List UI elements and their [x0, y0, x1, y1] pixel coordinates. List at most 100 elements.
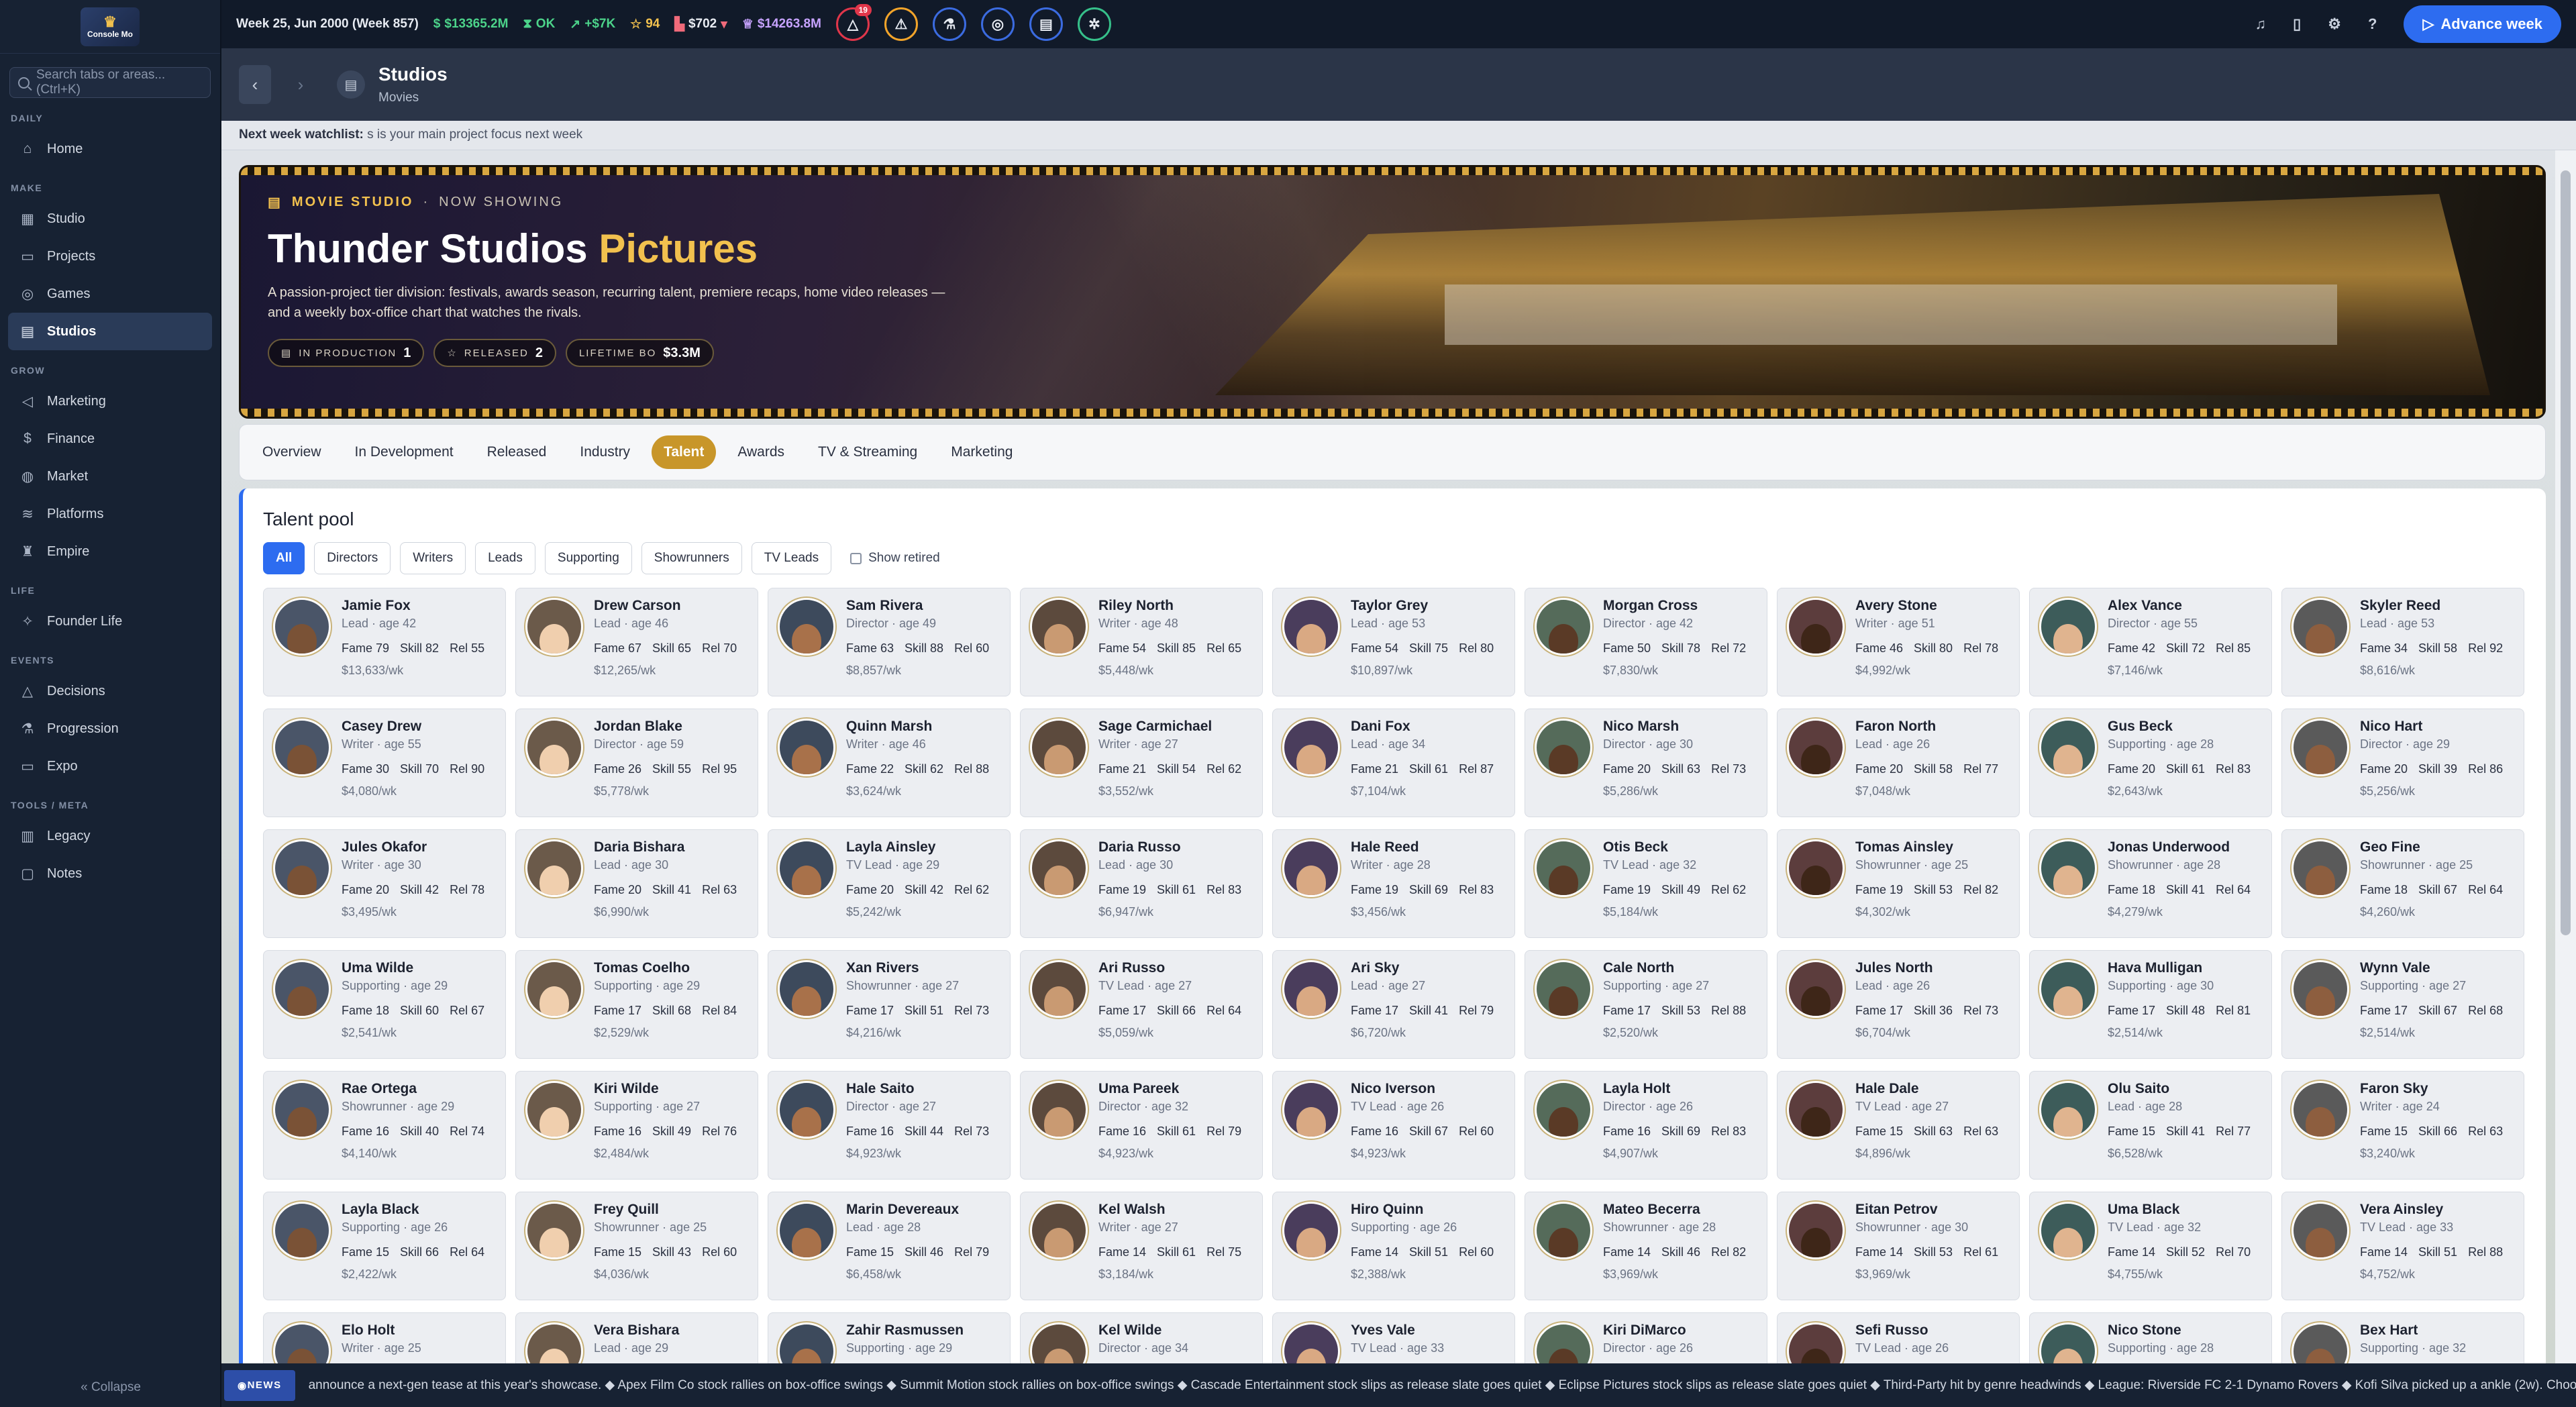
talent-card[interactable]: Nico Iverson TV Lead · age 26 Fame 16 Ski…: [1272, 1071, 1515, 1180]
talent-card[interactable]: Bex Hart Supporting · age 32: [2281, 1312, 2524, 1363]
talent-card[interactable]: Morgan Cross Director · age 42 Fame 50 Sk…: [1525, 588, 1767, 696]
talent-card[interactable]: Gus Beck Supporting · age 28 Fame 20 Skil…: [2029, 709, 2272, 817]
sidebar-item-market[interactable]: ◍ Market: [8, 458, 212, 495]
sidebar-item-projects[interactable]: ▭ Projects: [8, 238, 212, 275]
settings-ring-button[interactable]: ◎: [980, 7, 1015, 41]
talent-card[interactable]: Layla Black Supporting · age 26 Fame 15 S…: [263, 1192, 506, 1300]
filter-showrunners[interactable]: Showrunners: [641, 542, 742, 574]
sidebar-item-platforms[interactable]: ≋ Platforms: [8, 495, 212, 533]
reputation-stat[interactable]: ☆ 94: [630, 17, 660, 32]
filter-all[interactable]: All: [263, 542, 305, 574]
tab-talent[interactable]: Talent: [652, 435, 717, 469]
talent-card[interactable]: Sam Rivera Director · age 49 Fame 63 Skil…: [768, 588, 1011, 696]
sidebar-item-studios[interactable]: ▤ Studios: [8, 313, 212, 350]
talent-card[interactable]: Zahir Rasmussen Supporting · age 29: [768, 1312, 1011, 1363]
talent-card[interactable]: Xan Rivers Showrunner · age 27 Fame 17 Sk…: [768, 950, 1011, 1059]
sidebar-item-empire[interactable]: ♜ Empire: [8, 533, 212, 570]
talent-card[interactable]: Vera Ainsley TV Lead · age 33 Fame 14 Ski…: [2281, 1192, 2524, 1300]
sidebar-item-expo[interactable]: ▭ Expo: [8, 747, 212, 785]
help-icon[interactable]: ?: [2368, 15, 2377, 33]
talent-card[interactable]: Elo Holt Writer · age 25: [263, 1312, 506, 1363]
talent-card[interactable]: Layla Ainsley TV Lead · age 29 Fame 20 Sk…: [768, 829, 1011, 938]
talent-card[interactable]: Riley North Writer · age 48 Fame 54 Skill…: [1020, 588, 1263, 696]
talent-card[interactable]: Rae Ortega Showrunner · age 29 Fame 16 Sk…: [263, 1071, 506, 1180]
alerts-button[interactable]: △ 19: [835, 4, 872, 41]
talent-card[interactable]: Tomas Ainsley Showrunner · age 25 Fame 1…: [1777, 829, 2020, 938]
talent-card[interactable]: Frey Quill Showrunner · age 25 Fame 15 Sk…: [515, 1192, 758, 1300]
talent-card[interactable]: Vera Bishara Lead · age 29: [515, 1312, 758, 1363]
talent-card[interactable]: Tomas Coelho Supporting · age 29 Fame 17…: [515, 950, 758, 1059]
talent-card[interactable]: Nico Stone Supporting · age 28: [2029, 1312, 2272, 1363]
tab-marketing[interactable]: Marketing: [939, 435, 1025, 469]
talent-card[interactable]: Kiri DiMarco Director · age 26: [1525, 1312, 1767, 1363]
cash-stat[interactable]: $ $13365.2M: [433, 17, 509, 32]
tab-in-development[interactable]: In Development: [343, 435, 466, 469]
talent-card[interactable]: Kiri Wilde Supporting · age 27 Fame 16 Sk…: [515, 1071, 758, 1180]
talent-card[interactable]: Otis Beck TV Lead · age 32 Fame 19 Skill …: [1525, 829, 1767, 938]
talent-card[interactable]: Layla Holt Director · age 26 Fame 16 Skil…: [1525, 1071, 1767, 1180]
talent-card[interactable]: Faron North Lead · age 26 Fame 20 Skill 5…: [1777, 709, 2020, 817]
valuation-stat[interactable]: ♕ $14263.8M: [742, 17, 821, 32]
back-button[interactable]: ‹: [239, 65, 271, 104]
tab-awards[interactable]: Awards: [725, 435, 796, 469]
book-icon[interactable]: ▯: [2293, 15, 2301, 33]
talent-card[interactable]: Cale North Supporting · age 27 Fame 17 Sk…: [1525, 950, 1767, 1059]
talent-card[interactable]: Wynn Vale Supporting · age 27 Fame 17 Ski…: [2281, 950, 2524, 1059]
scrollbar-thumb[interactable]: [2561, 170, 2571, 935]
talent-card[interactable]: Kel Walsh Writer · age 27 Fame 14 Skill 6…: [1020, 1192, 1263, 1300]
show-retired-checkbox[interactable]: [850, 552, 862, 564]
talent-card[interactable]: Geo Fine Showrunner · age 25 Fame 18 Skil…: [2281, 829, 2524, 938]
filter-supporting[interactable]: Supporting: [544, 542, 632, 574]
talent-card[interactable]: Ari Sky Lead · age 27 Fame 17 Skill 41 Rel…: [1272, 950, 1515, 1059]
talent-card[interactable]: Hiro Quinn Supporting · age 26 Fame 14 Sk…: [1272, 1192, 1515, 1300]
talent-card[interactable]: Jamie Fox Lead · age 42 Fame 79 Skill 82 R…: [263, 588, 506, 696]
talent-card[interactable]: Nico Hart Director · age 29 Fame 20 Skill…: [2281, 709, 2524, 817]
talent-card[interactable]: Sage Carmichael Writer · age 27 Fame 21 S…: [1020, 709, 1263, 817]
tab-industry[interactable]: Industry: [568, 435, 642, 469]
talent-card[interactable]: Nico Marsh Director · age 30 Fame 20 Skil…: [1525, 709, 1767, 817]
sidebar-item-finance[interactable]: $ Finance: [8, 420, 212, 458]
talent-card[interactable]: Uma Pareek Director · age 32 Fame 16 Skil…: [1020, 1071, 1263, 1180]
talent-card[interactable]: Hale Dale TV Lead · age 27 Fame 15 Skill …: [1777, 1071, 2020, 1180]
sidebar-item-marketing[interactable]: ◁ Marketing: [8, 382, 212, 420]
trend-stat[interactable]: ↗ +$7K: [570, 17, 615, 32]
talent-card[interactable]: Jonas Underwood Showrunner · age 28 Fame…: [2029, 829, 2272, 938]
talent-card[interactable]: Hale Reed Writer · age 28 Fame 19 Skill 6…: [1272, 829, 1515, 938]
talent-card[interactable]: Drew Carson Lead · age 46 Fame 67 Skill 6…: [515, 588, 758, 696]
filter-leads[interactable]: Leads: [475, 542, 535, 574]
talent-card[interactable]: Marin Devereaux Lead · age 28 Fame 15 Ski…: [768, 1192, 1011, 1300]
sidebar-item-home[interactable]: ⌂ Home: [8, 130, 212, 168]
tab-released[interactable]: Released: [475, 435, 559, 469]
brand[interactable]: ♛ Console Mo: [0, 0, 220, 54]
talent-card[interactable]: Uma Black TV Lead · age 32 Fame 14 Skill …: [2029, 1192, 2272, 1300]
talent-card[interactable]: Hava Mulligan Supporting · age 30 Fame 1…: [2029, 950, 2272, 1059]
talent-card[interactable]: Eitan Petrov Showrunner · age 30 Fame 14…: [1777, 1192, 2020, 1300]
research-button[interactable]: ⚗: [932, 7, 966, 41]
tab-overview[interactable]: Overview: [250, 435, 333, 469]
talent-card[interactable]: Skyler Reed Lead · age 53 Fame 34 Skill 5…: [2281, 588, 2524, 696]
show-retired-toggle[interactable]: Show retired: [850, 551, 940, 566]
talent-card[interactable]: Uma Wilde Supporting · age 29 Fame 18 Ski…: [263, 950, 506, 1059]
calendar-button[interactable]: ▤: [1029, 7, 1063, 41]
talent-card[interactable]: Dani Fox Lead · age 34 Fame 21 Skill 61 Re…: [1272, 709, 1515, 817]
talent-card[interactable]: Jules Okafor Writer · age 30 Fame 20 Skil…: [263, 829, 506, 938]
talent-card[interactable]: Avery Stone Writer · age 51 Fame 46 Skill…: [1777, 588, 2020, 696]
music-icon[interactable]: ♫: [2255, 15, 2267, 33]
talent-card[interactable]: Quinn Marsh Writer · age 46 Fame 22 Skill…: [768, 709, 1011, 817]
sidebar-item-progression[interactable]: ⚗ Progression: [8, 710, 212, 747]
talent-card[interactable]: Daria Bishara Lead · age 30 Fame 20 Skill…: [515, 829, 758, 938]
talent-card[interactable]: Ari Russo TV Lead · age 27 Fame 17 Skill …: [1020, 950, 1263, 1059]
talent-card[interactable]: Yves Vale TV Lead · age 33: [1272, 1312, 1515, 1363]
talent-card[interactable]: Olu Saito Lead · age 28 Fame 15 Skill 41 R…: [2029, 1071, 2272, 1180]
filter-tv-leads[interactable]: TV Leads: [751, 542, 832, 574]
talent-card[interactable]: Jules North Lead · age 26 Fame 17 Skill 3…: [1777, 950, 2020, 1059]
talent-card[interactable]: Faron Sky Writer · age 24 Fame 15 Skill 6…: [2281, 1071, 2524, 1180]
talent-card[interactable]: Jordan Blake Director · age 59 Fame 26 Sk…: [515, 709, 758, 817]
talent-card[interactable]: Sefi Russo TV Lead · age 26: [1777, 1312, 2020, 1363]
sidebar-item-legacy[interactable]: ▥ Legacy: [8, 817, 212, 855]
sidebar-item-founder-life[interactable]: ✧ Founder Life: [8, 603, 212, 640]
talent-card[interactable]: Kel Wilde Director · age 34: [1020, 1312, 1263, 1363]
collapse-button[interactable]: « Collapse: [0, 1380, 221, 1395]
advance-week-button[interactable]: ▷ Advance week: [2404, 5, 2561, 43]
sidebar-item-decisions[interactable]: △ Decisions: [8, 672, 212, 710]
